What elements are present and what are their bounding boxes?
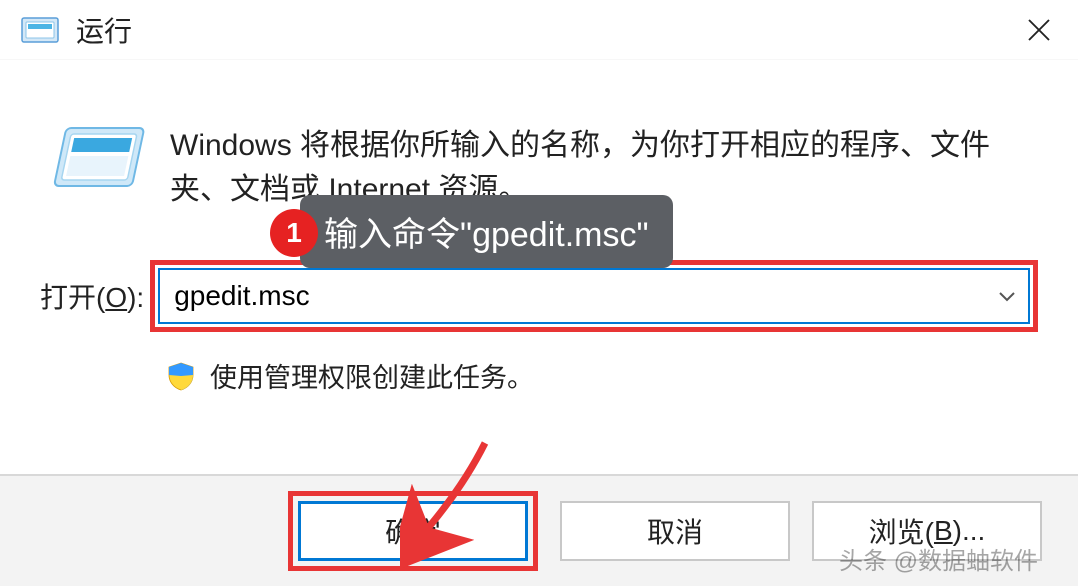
chevron-down-icon [998,290,1016,302]
run-titlebar-icon [20,13,60,47]
admin-note-text: 使用管理权限创建此任务。 [210,356,534,395]
browse-button[interactable]: 浏览(B)... [812,501,1042,561]
open-input[interactable] [174,280,992,312]
step-badge: 1 [270,209,318,257]
instruction-callout: 1 输入命令"gpedit.msc" [300,195,673,268]
close-button[interactable] [1020,11,1058,49]
open-label: 打开(O): [40,276,144,316]
close-icon [1024,15,1054,45]
ok-button[interactable]: 确定 [298,501,528,561]
button-bar: 确定 取消 浏览(B)... [0,474,1078,586]
ok-button-highlight: 确定 [288,491,538,571]
callout-text: 输入命令"gpedit.msc" [324,207,649,256]
run-dialog: 运行 Windows 将根据你所输入的名称，为你打开相应的程序、文件 [0,0,1078,586]
open-combobox[interactable] [158,268,1030,324]
open-input-highlight [150,260,1038,332]
admin-privilege-note: 使用管理权限创建此任务。 [166,356,1038,395]
combo-dropdown-button[interactable] [992,290,1022,302]
shield-icon [166,361,196,391]
titlebar-title: 运行 [76,10,1020,50]
cancel-button[interactable]: 取消 [560,501,790,561]
run-large-icon [40,120,150,200]
dialog-content: Windows 将根据你所输入的名称，为你打开相应的程序、文件夹、文档或 Int… [0,60,1078,474]
titlebar: 运行 [0,0,1078,60]
